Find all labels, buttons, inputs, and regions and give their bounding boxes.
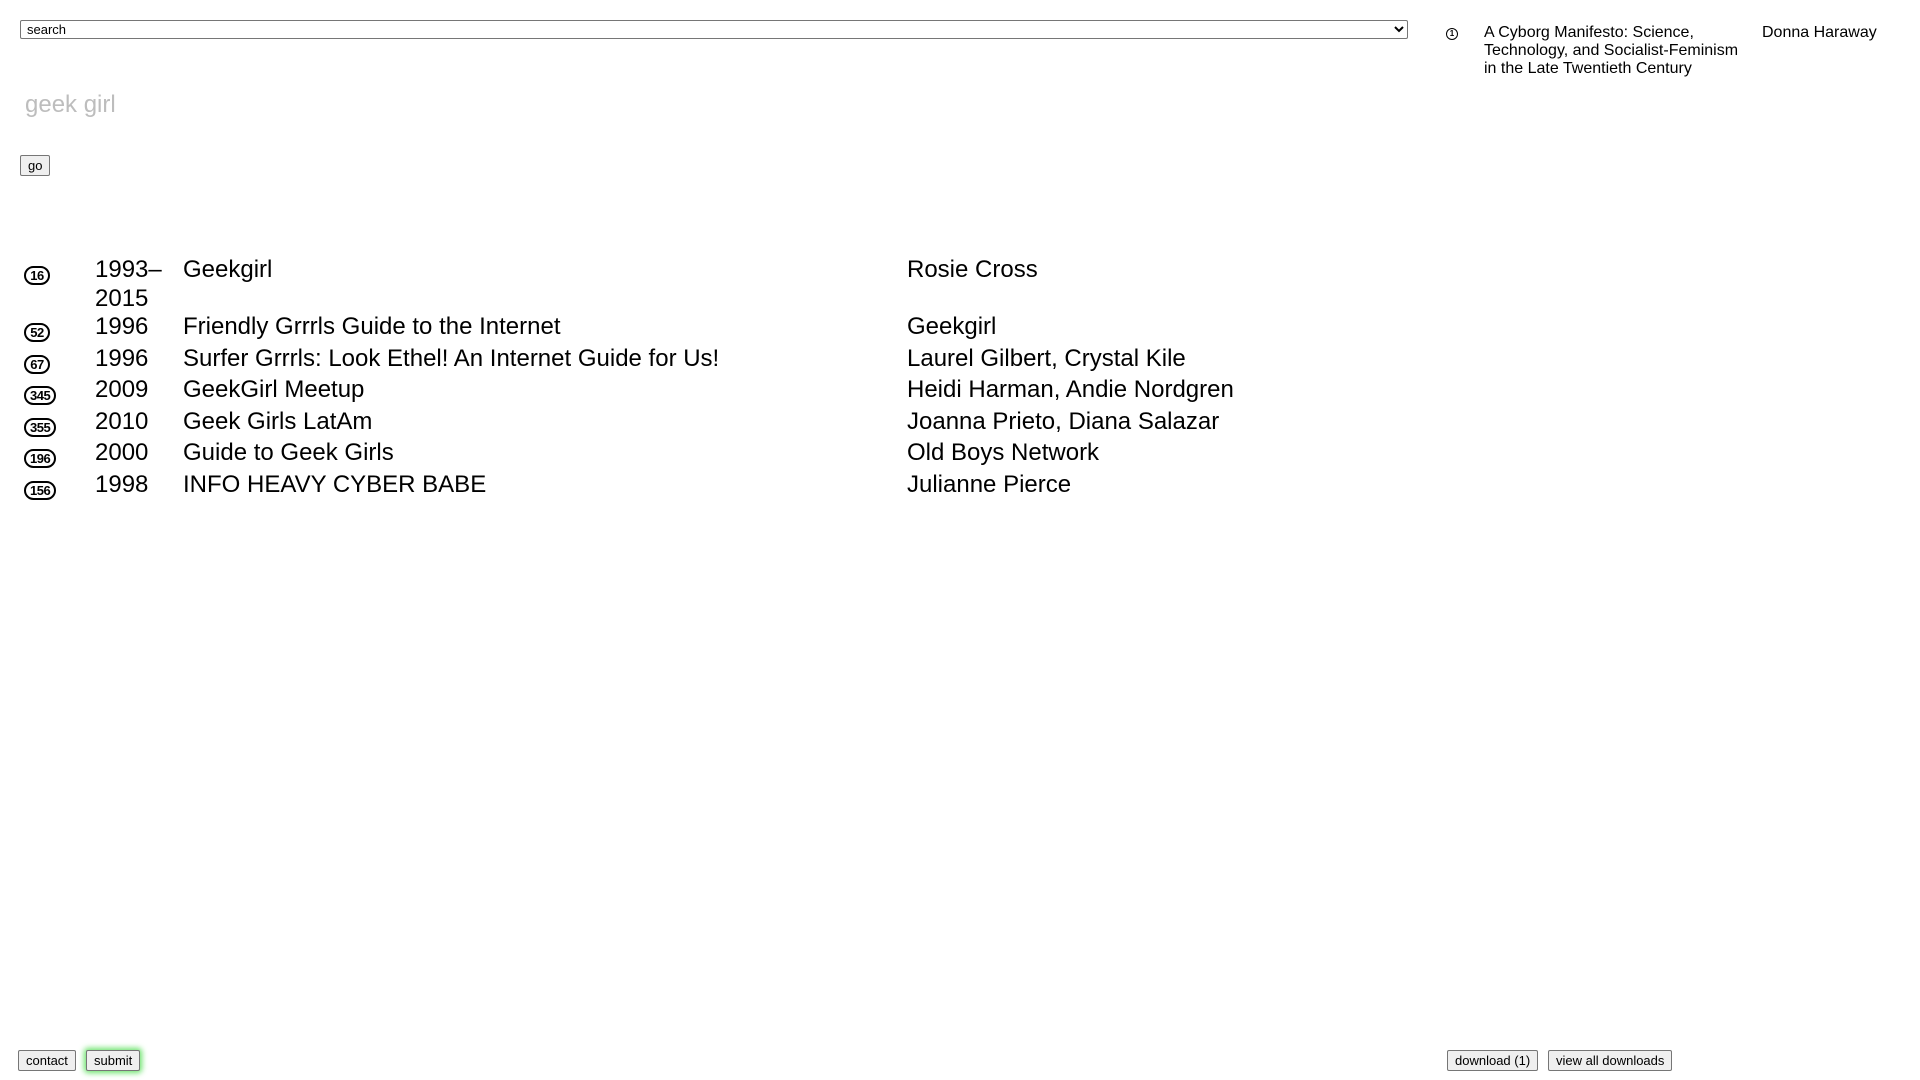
result-title[interactable]: GeekGirl Meetup — [183, 376, 907, 405]
view-all-downloads-button[interactable]: view all downloads — [1548, 1050, 1673, 1071]
result-count-cell: 355 — [24, 408, 95, 440]
result-title[interactable]: Guide to Geek Girls — [183, 439, 907, 468]
page: search go 161993–2015GeekgirlRosie Cross… — [0, 0, 1920, 1080]
selected-item[interactable]: 1 A Cyborg Manifesto: Science, Technolog… — [1446, 24, 1877, 78]
result-count-cell: 156 — [24, 471, 95, 503]
result-authors: Joanna Prieto, Diana Salazar — [907, 407, 1220, 435]
result-count-badge[interactable]: 355 — [24, 417, 57, 437]
results-list: 16 1993–2015 Geekgirl Rosie Cross 52 1996 Frie… — [24, 256, 1324, 502]
result-count-cell: 196 — [24, 439, 95, 471]
result-count-badge[interactable]: 67 — [24, 354, 50, 374]
search-input[interactable] — [20, 85, 630, 125]
result-year: 1998 — [95, 470, 149, 498]
result-count-cell: 52 — [24, 313, 95, 345]
result-count-badge[interactable]: 16 — [24, 266, 50, 285]
result-authors: Rosie Cross — [907, 256, 1038, 283]
contact-button[interactable]: contact — [18, 1050, 76, 1071]
result-row[interactable]: 67 1996 Surfer Grrrls: Look Ethel! An Inte… — [24, 345, 1324, 377]
result-title[interactable]: Friendly Grrrls Guide to the Internet — [183, 313, 907, 342]
result-year: 2009 — [95, 376, 149, 403]
result-row[interactable]: 156 1998 INFO HEAVY CYBER BABE Julianne Pie… — [24, 471, 1324, 503]
result-authors: Heidi Harman, Andie Nordgren — [907, 376, 1234, 403]
result-title[interactable]: INFO HEAVY CYBER BABE — [183, 471, 907, 500]
result-authors: Old Boys Network — [907, 439, 1100, 466]
result-authors: Laurel Gilbert, Crystal Kile — [907, 344, 1186, 372]
result-year: 2000 — [95, 439, 149, 466]
result-count-cell: 67 — [24, 345, 95, 377]
result-row[interactable]: 345 2009 GeekGirl Meetup Heidi Harman, Andi… — [24, 376, 1324, 408]
result-row[interactable]: 355 2010 Geek Girls LatAm Joanna Prieto, Di… — [24, 408, 1324, 440]
result-title[interactable]: Surfer Grrrls: Look Ethel! An Internet G… — [183, 345, 907, 374]
go-button[interactable]: go — [20, 155, 51, 176]
result-title[interactable]: Geekgirl — [183, 256, 907, 285]
submit-button[interactable]: submit — [86, 1050, 141, 1071]
result-row[interactable]: 52 1996 Friendly Grrrls Guide to the Inter… — [24, 313, 1324, 345]
selected-author: Donna Haraway — [1762, 24, 1877, 41]
result-row[interactable]: 196 2000 Guide to Geek Girls Old Boys Netwo… — [24, 439, 1324, 471]
result-year: 1996 — [95, 313, 149, 340]
search-panel: search go 161993–2015GeekgirlRosie Cross… — [0, 0, 1430, 1080]
downloads-panel: 1 A Cyborg Manifesto: Science, Technolog… — [1430, 0, 1920, 1080]
result-count-badge[interactable]: 345 — [24, 386, 57, 405]
search-type-select[interactable]: search — [20, 20, 1408, 39]
selected-count-badge: 1 — [1446, 28, 1458, 40]
result-row[interactable]: 16 1993–2015 Geekgirl Rosie Cross — [24, 256, 1324, 313]
selected-title: A Cyborg Manifesto: Science, Technology,… — [1484, 24, 1739, 77]
result-title[interactable]: Geek Girls LatAm — [183, 408, 907, 437]
result-year: 2010 — [95, 407, 149, 435]
result-count-cell: 345 — [24, 376, 95, 408]
download-button[interactable]: download (1) — [1447, 1050, 1539, 1071]
result-count-badge[interactable]: 196 — [24, 449, 57, 468]
result-count-badge[interactable]: 52 — [24, 323, 50, 342]
result-year: 1993–2015 — [95, 256, 162, 312]
result-authors: Julianne Pierce — [907, 470, 1072, 498]
result-count-badge[interactable]: 156 — [24, 480, 57, 500]
result-year: 1996 — [95, 344, 149, 372]
result-authors: Geekgirl — [907, 313, 997, 340]
result-count-cell: 16 — [24, 256, 95, 288]
